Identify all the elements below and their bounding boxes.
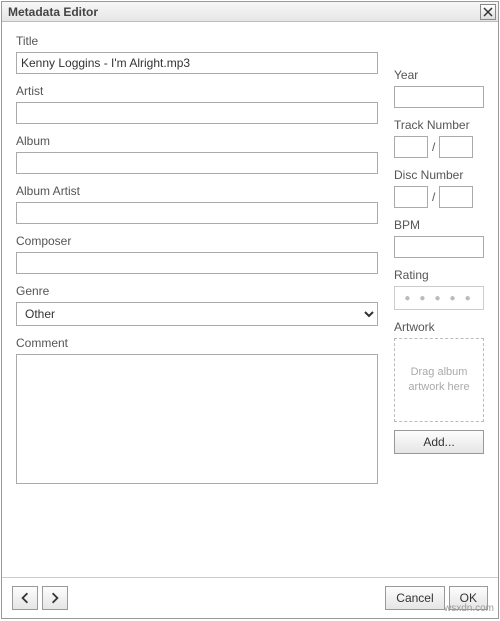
comment-textarea[interactable]	[16, 354, 378, 484]
left-column: Title Artist Album Album Artist Composer	[16, 34, 378, 577]
rating-label: Rating	[394, 268, 484, 282]
metadata-editor-dialog: Metadata Editor Title Artist Album Album…	[1, 1, 499, 619]
dialog-content: Title Artist Album Album Artist Composer	[2, 22, 498, 577]
disc-number-field: Disc Number /	[394, 168, 484, 208]
year-field: Year	[394, 68, 484, 108]
composer-input[interactable]	[16, 252, 378, 274]
artist-field: Artist	[16, 84, 378, 124]
artwork-dropzone[interactable]: Drag album artwork here	[394, 338, 484, 422]
album-field: Album	[16, 134, 378, 174]
year-label: Year	[394, 68, 484, 82]
album-artist-field: Album Artist	[16, 184, 378, 224]
titlebar: Metadata Editor	[2, 2, 498, 22]
close-button[interactable]	[480, 4, 496, 20]
star-icon: ●	[465, 293, 474, 304]
next-button[interactable]	[42, 586, 68, 610]
right-column: Year Track Number / Disc Number /	[394, 34, 484, 577]
dialog-footer: Cancel OK	[2, 577, 498, 618]
track-sep: /	[432, 140, 435, 154]
artist-label: Artist	[16, 84, 378, 98]
artist-input[interactable]	[16, 102, 378, 124]
star-icon: ●	[450, 293, 459, 304]
disc-sep: /	[432, 190, 435, 204]
artwork-drop-text: Drag album artwork here	[395, 365, 483, 396]
arrow-right-icon	[49, 592, 61, 604]
bpm-field: BPM	[394, 218, 484, 258]
genre-label: Genre	[16, 284, 378, 298]
star-icon: ●	[419, 293, 428, 304]
track-number-label: Track Number	[394, 118, 484, 132]
add-artwork-button[interactable]: Add...	[394, 430, 484, 454]
comment-field: Comment	[16, 336, 378, 487]
cancel-button[interactable]: Cancel	[385, 586, 444, 610]
comment-label: Comment	[16, 336, 378, 350]
album-label: Album	[16, 134, 378, 148]
composer-label: Composer	[16, 234, 378, 248]
close-icon	[483, 7, 493, 17]
star-icon: ●	[404, 293, 413, 304]
composer-field: Composer	[16, 234, 378, 274]
genre-select[interactable]: Other	[16, 302, 378, 326]
genre-field: Genre Other	[16, 284, 378, 326]
bpm-label: BPM	[394, 218, 484, 232]
title-label: Title	[16, 34, 378, 48]
artwork-label: Artwork	[394, 320, 484, 334]
artwork-field: Artwork Drag album artwork here Add...	[394, 320, 484, 454]
title-field: Title	[16, 34, 378, 74]
album-artist-label: Album Artist	[16, 184, 378, 198]
track-num-input[interactable]	[394, 136, 428, 158]
rating-control[interactable]: ● ● ● ● ●	[394, 286, 484, 310]
disc-number-label: Disc Number	[394, 168, 484, 182]
dialog-title: Metadata Editor	[8, 5, 480, 19]
disc-total-input[interactable]	[439, 186, 473, 208]
bpm-input[interactable]	[394, 236, 484, 258]
album-artist-input[interactable]	[16, 202, 378, 224]
album-input[interactable]	[16, 152, 378, 174]
track-number-field: Track Number /	[394, 118, 484, 158]
prev-button[interactable]	[12, 586, 38, 610]
rating-field: Rating ● ● ● ● ●	[394, 268, 484, 310]
title-input[interactable]	[16, 52, 378, 74]
arrow-left-icon	[19, 592, 31, 604]
disc-num-input[interactable]	[394, 186, 428, 208]
track-total-input[interactable]	[439, 136, 473, 158]
ok-button[interactable]: OK	[449, 586, 488, 610]
star-icon: ●	[434, 293, 443, 304]
year-input[interactable]	[394, 86, 484, 108]
